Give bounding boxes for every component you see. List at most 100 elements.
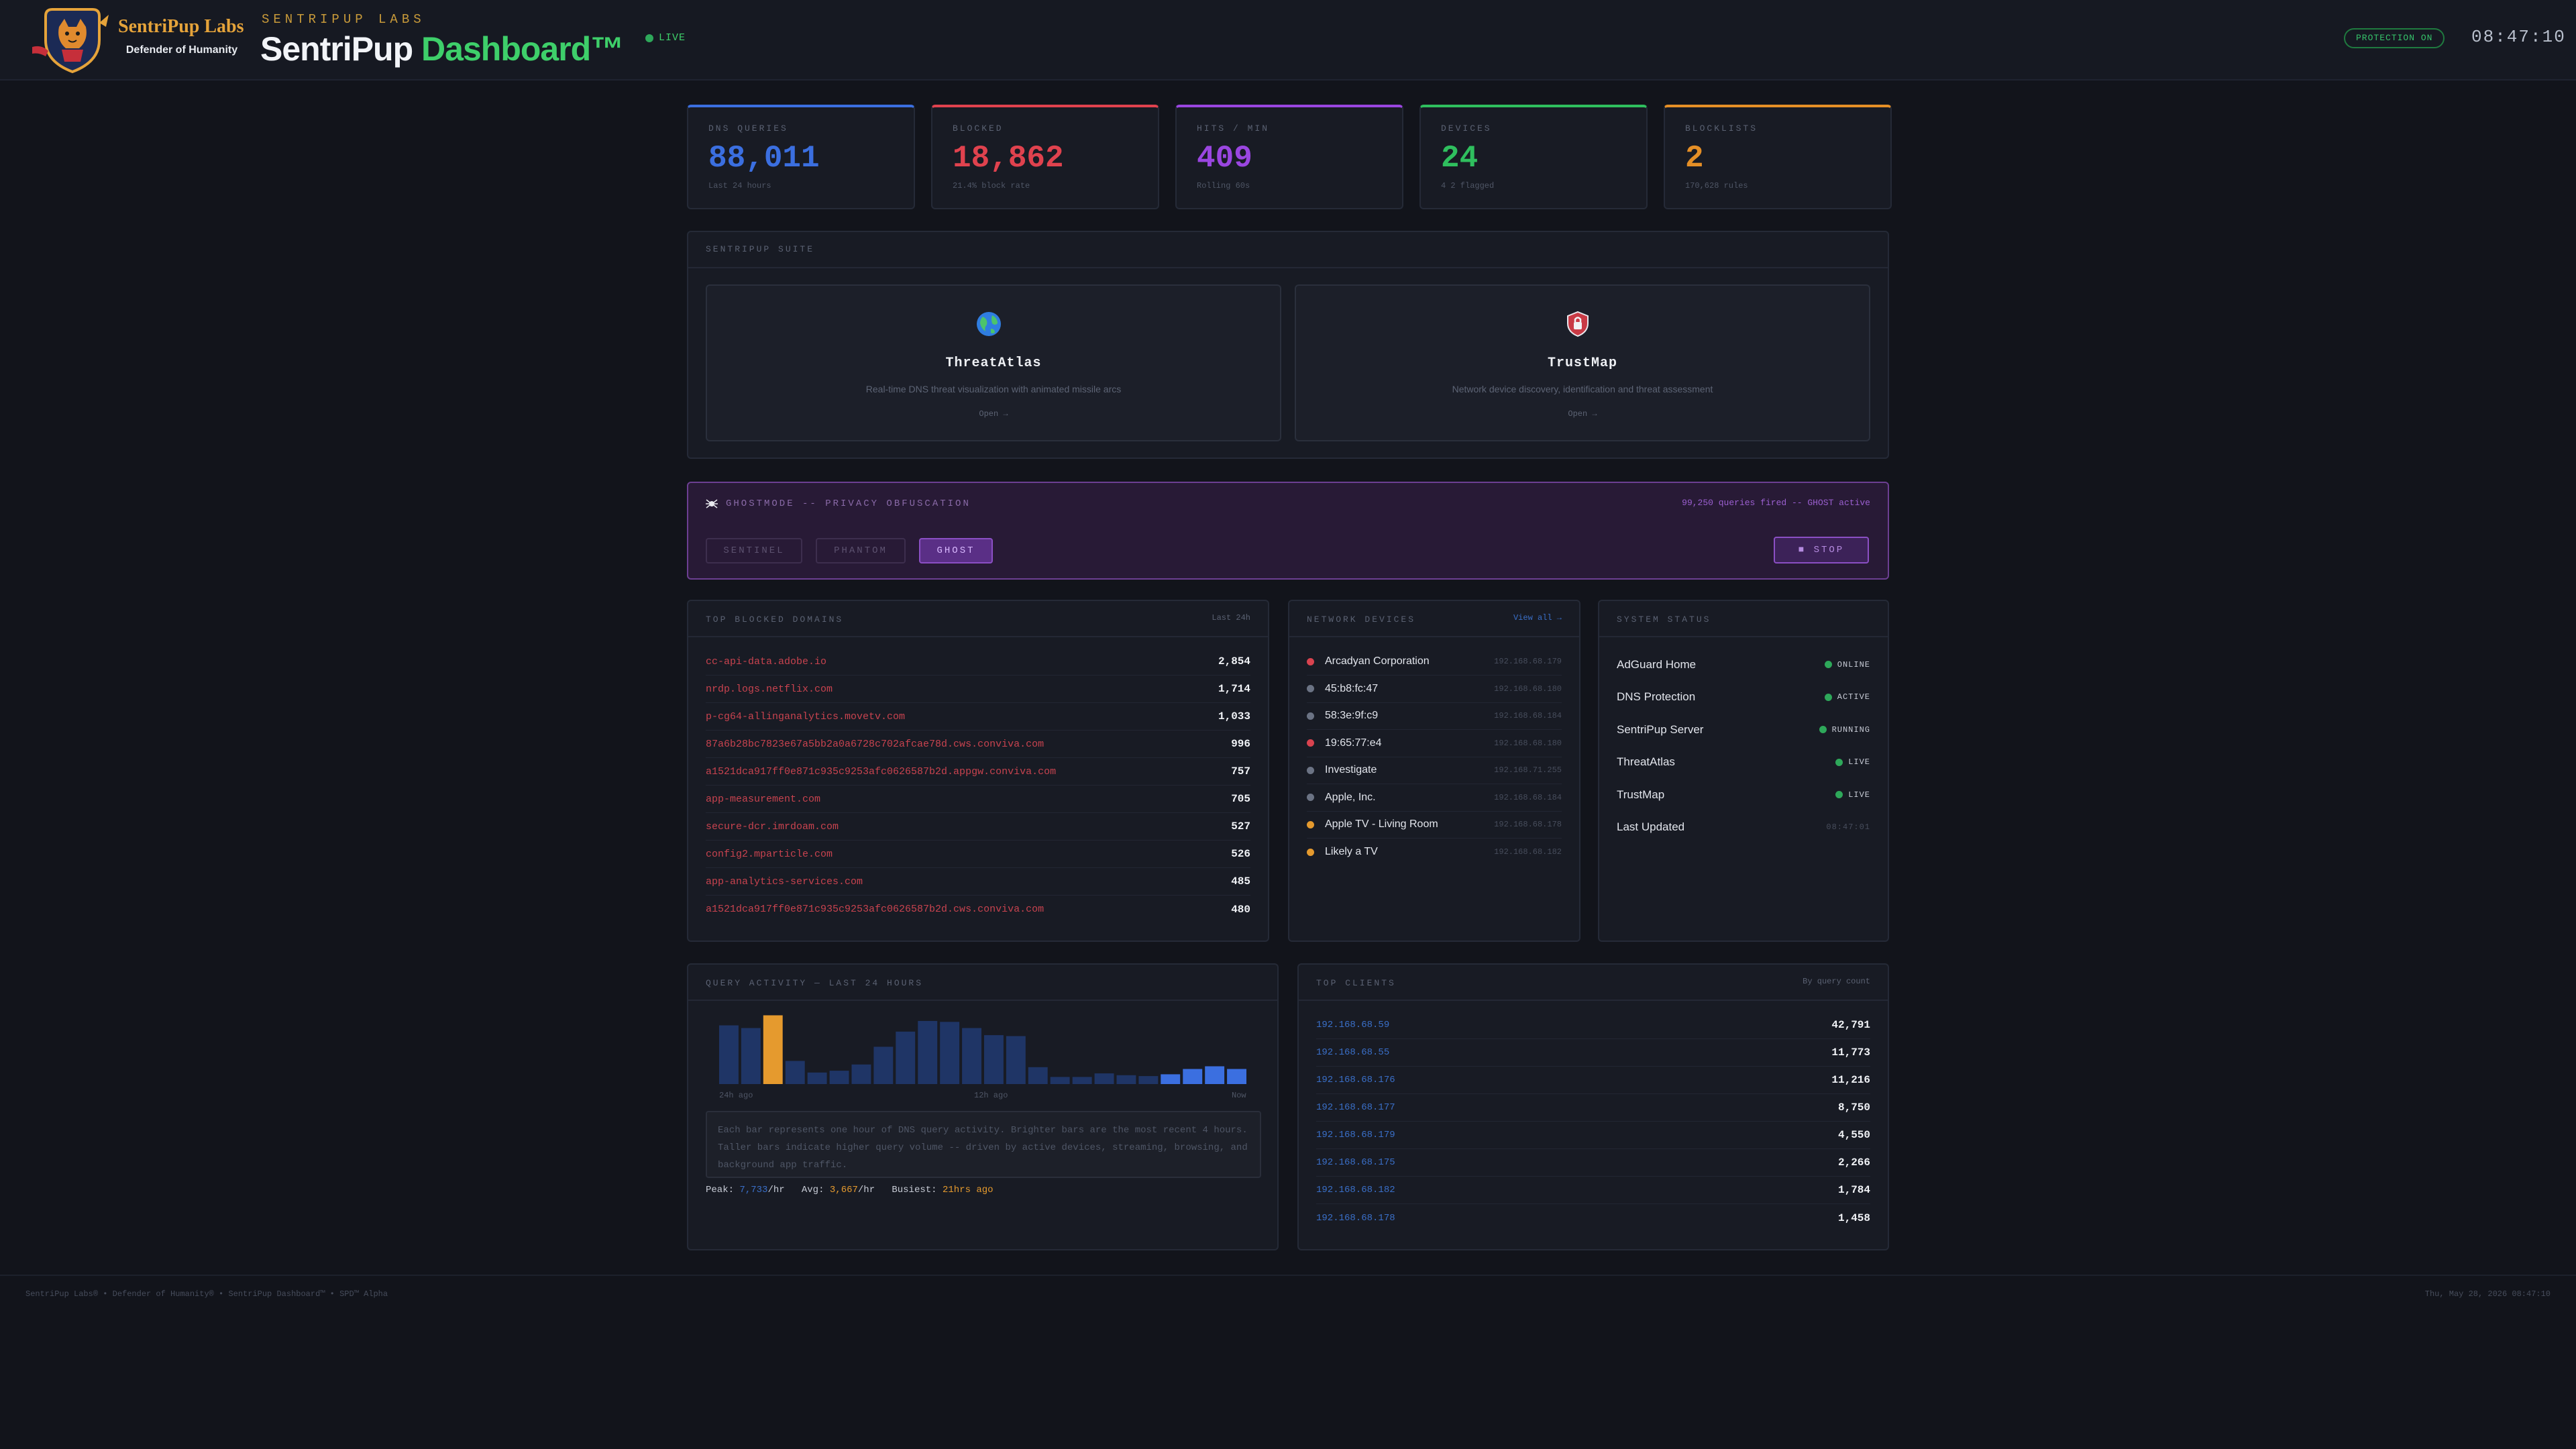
domain-name: p-cg64-allinganalytics.movetv.com xyxy=(706,710,906,722)
stat-card: DNS QUERIES 88,011 Last 24 hours xyxy=(687,105,915,209)
block-count: 480 xyxy=(1231,903,1250,916)
block-count: 996 xyxy=(1231,738,1250,750)
stat-card: DEVICES 24 4 2 flagged xyxy=(1419,105,1648,209)
panel-title: TOP CLIENTS xyxy=(1316,978,1396,988)
device-row[interactable]: 58:3e:9f:c9 192.168.68.184 xyxy=(1307,702,1562,730)
title-part-2: Dashboard™ xyxy=(421,30,624,68)
client-count: 1,458 xyxy=(1837,1212,1870,1224)
domain-name: config2.mparticle.com xyxy=(706,848,833,860)
client-ip: 192.168.68.179 xyxy=(1316,1130,1395,1140)
table-row[interactable]: cc-api-data.adobe.io 2,854 xyxy=(706,648,1250,676)
block-count: 705 xyxy=(1231,793,1250,805)
domain-name: app-measurement.com xyxy=(706,793,821,805)
device-row[interactable]: Investigate 192.168.71.255 xyxy=(1307,757,1562,784)
client-row[interactable]: 192.168.68.59 42,791 xyxy=(1316,1012,1870,1039)
suite-tool-trustmap[interactable]: TrustMap Network device discovery, ident… xyxy=(1295,284,1870,441)
suite-tool-name: ThreatAtlas xyxy=(945,356,1042,371)
client-row[interactable]: 192.168.68.177 8,750 xyxy=(1316,1094,1870,1122)
spider-icon xyxy=(706,499,718,508)
device-row[interactable]: 45:b8:fc:47 192.168.68.180 xyxy=(1307,676,1562,703)
device-ip: 192.168.68.180 xyxy=(1494,684,1562,694)
client-row[interactable]: 192.168.68.175 2,266 xyxy=(1316,1149,1870,1177)
divider xyxy=(688,267,1888,268)
client-row[interactable]: 192.168.68.178 1,458 xyxy=(1316,1204,1870,1232)
status-row: AdGuard Home ONLINE xyxy=(1617,651,1870,678)
status-value: ACTIVE xyxy=(1824,692,1870,702)
brand-name: SentriPup Labs xyxy=(118,16,244,37)
device-row[interactable]: 19:65:77:e4 192.168.68.180 xyxy=(1307,730,1562,757)
device-name-cell: Arcadyan Corporation xyxy=(1307,655,1430,667)
client-count: 2,266 xyxy=(1837,1157,1870,1169)
status-dot-icon xyxy=(1307,794,1314,801)
chart-bar xyxy=(1116,1075,1136,1084)
suite-tool-desc: Real-time DNS threat visualization with … xyxy=(865,384,1122,394)
client-row[interactable]: 192.168.68.182 1,784 xyxy=(1316,1177,1870,1204)
status-text: RUNNING xyxy=(1831,724,1870,735)
protection-badge[interactable]: PROTECTION ON xyxy=(2344,28,2445,48)
mode-phantom-button[interactable]: PHANTOM xyxy=(816,538,906,564)
device-row[interactable]: Likely a TV 192.168.68.182 xyxy=(1307,839,1562,866)
device-name: 58:3e:9f:c9 xyxy=(1325,710,1379,721)
clock: 08:47:10 xyxy=(2471,27,2566,47)
client-row[interactable]: 192.168.68.55 11,773 xyxy=(1316,1039,1870,1067)
device-row[interactable]: Arcadyan Corporation 192.168.68.179 xyxy=(1307,648,1562,676)
table-row[interactable]: a1521dca917ff0e871c935c9253afc0626587b2d… xyxy=(706,758,1250,786)
stat-sub: 4 2 flagged xyxy=(1441,181,1495,191)
device-row[interactable]: Apple, Inc. 192.168.68.184 xyxy=(1307,784,1562,812)
device-name: Investigate xyxy=(1325,764,1377,775)
device-row[interactable]: Apple TV - Living Room 192.168.68.178 xyxy=(1307,811,1562,839)
chart-bar xyxy=(984,1035,1004,1084)
domain-name: nrdp.logs.netflix.com xyxy=(706,683,833,695)
divider xyxy=(688,636,1268,637)
chart-bar xyxy=(1227,1069,1246,1084)
chart-bar xyxy=(1183,1069,1203,1084)
status-text: ACTIVE xyxy=(1837,692,1870,702)
device-name: Apple TV - Living Room xyxy=(1325,818,1438,830)
table-row[interactable]: nrdp.logs.netflix.com 1,714 xyxy=(706,676,1250,703)
open-link[interactable]: Open → xyxy=(707,409,1280,419)
table-row[interactable]: config2.mparticle.com 526 xyxy=(706,841,1250,868)
status-name: TrustMap xyxy=(1617,788,1665,801)
table-row[interactable]: p-cg64-allinganalytics.movetv.com 1,033 xyxy=(706,703,1250,731)
view-all-link[interactable]: View all → xyxy=(1513,613,1562,623)
chart-bar xyxy=(918,1020,938,1084)
block-count: 1,033 xyxy=(1218,710,1250,722)
status-name: SentriPup Server xyxy=(1617,722,1704,736)
suite-tool-name: TrustMap xyxy=(1547,356,1617,371)
device-ip: 192.168.68.182 xyxy=(1494,847,1562,857)
suite-tool-threatatlas[interactable]: ThreatAtlas Real-time DNS threat visuali… xyxy=(706,284,1281,441)
client-row[interactable]: 192.168.68.179 4,550 xyxy=(1316,1122,1870,1149)
live-label: LIVE xyxy=(659,32,686,44)
table-row[interactable]: 87a6b28bc7823e67a5bb2a0a6728c702afcae78d… xyxy=(706,731,1250,758)
status-value: 08:47:01 xyxy=(1826,822,1870,832)
stop-button[interactable]: ■ STOP xyxy=(1774,537,1869,564)
client-count: 11,216 xyxy=(1831,1074,1870,1086)
status-dot-icon xyxy=(1307,739,1314,747)
status-dot-icon xyxy=(1307,820,1314,828)
mode-sentinel-button[interactable]: SENTINEL xyxy=(706,538,802,564)
device-name-cell: Apple, Inc. xyxy=(1307,792,1376,804)
table-row[interactable]: app-analytics-services.com 485 xyxy=(706,868,1250,896)
client-ip: 192.168.68.182 xyxy=(1316,1185,1395,1195)
per-hour-unit: /hr xyxy=(767,1185,785,1195)
status-dot-icon xyxy=(1307,685,1314,692)
domain-name: a1521dca917ff0e871c935c9253afc0626587b2d… xyxy=(706,904,1044,915)
table-row[interactable]: secure-dcr.imrdoam.com 527 xyxy=(706,813,1250,841)
per-hour-unit: /hr xyxy=(857,1185,875,1195)
table-row[interactable]: a1521dca917ff0e871c935c9253afc0626587b2d… xyxy=(706,896,1250,923)
panel-sort: By query count xyxy=(1803,977,1870,986)
domain-name: app-analytics-services.com xyxy=(706,875,863,888)
ghostmode-panel: GHOSTMODE -- PRIVACY OBFUSCATION 99,250 … xyxy=(687,482,1889,580)
brand-block: SentriPup Labs Defender of Humanity xyxy=(118,16,246,56)
device-ip: 192.168.68.184 xyxy=(1494,792,1562,802)
table-row[interactable]: app-measurement.com 705 xyxy=(706,786,1250,813)
device-name-cell: Apple TV - Living Room xyxy=(1307,818,1438,830)
open-link[interactable]: Open → xyxy=(1296,409,1869,419)
ghostmode-title: GHOSTMODE -- PRIVACY OBFUSCATION xyxy=(726,498,971,509)
stat-sub: Last 24 hours xyxy=(708,181,771,191)
mode-ghost-button[interactable]: GHOST xyxy=(919,538,993,564)
status-text: LIVE xyxy=(1848,790,1870,800)
client-row[interactable]: 192.168.68.176 11,216 xyxy=(1316,1067,1870,1094)
chart-bar xyxy=(962,1028,981,1084)
client-ip: 192.168.68.59 xyxy=(1316,1020,1390,1030)
